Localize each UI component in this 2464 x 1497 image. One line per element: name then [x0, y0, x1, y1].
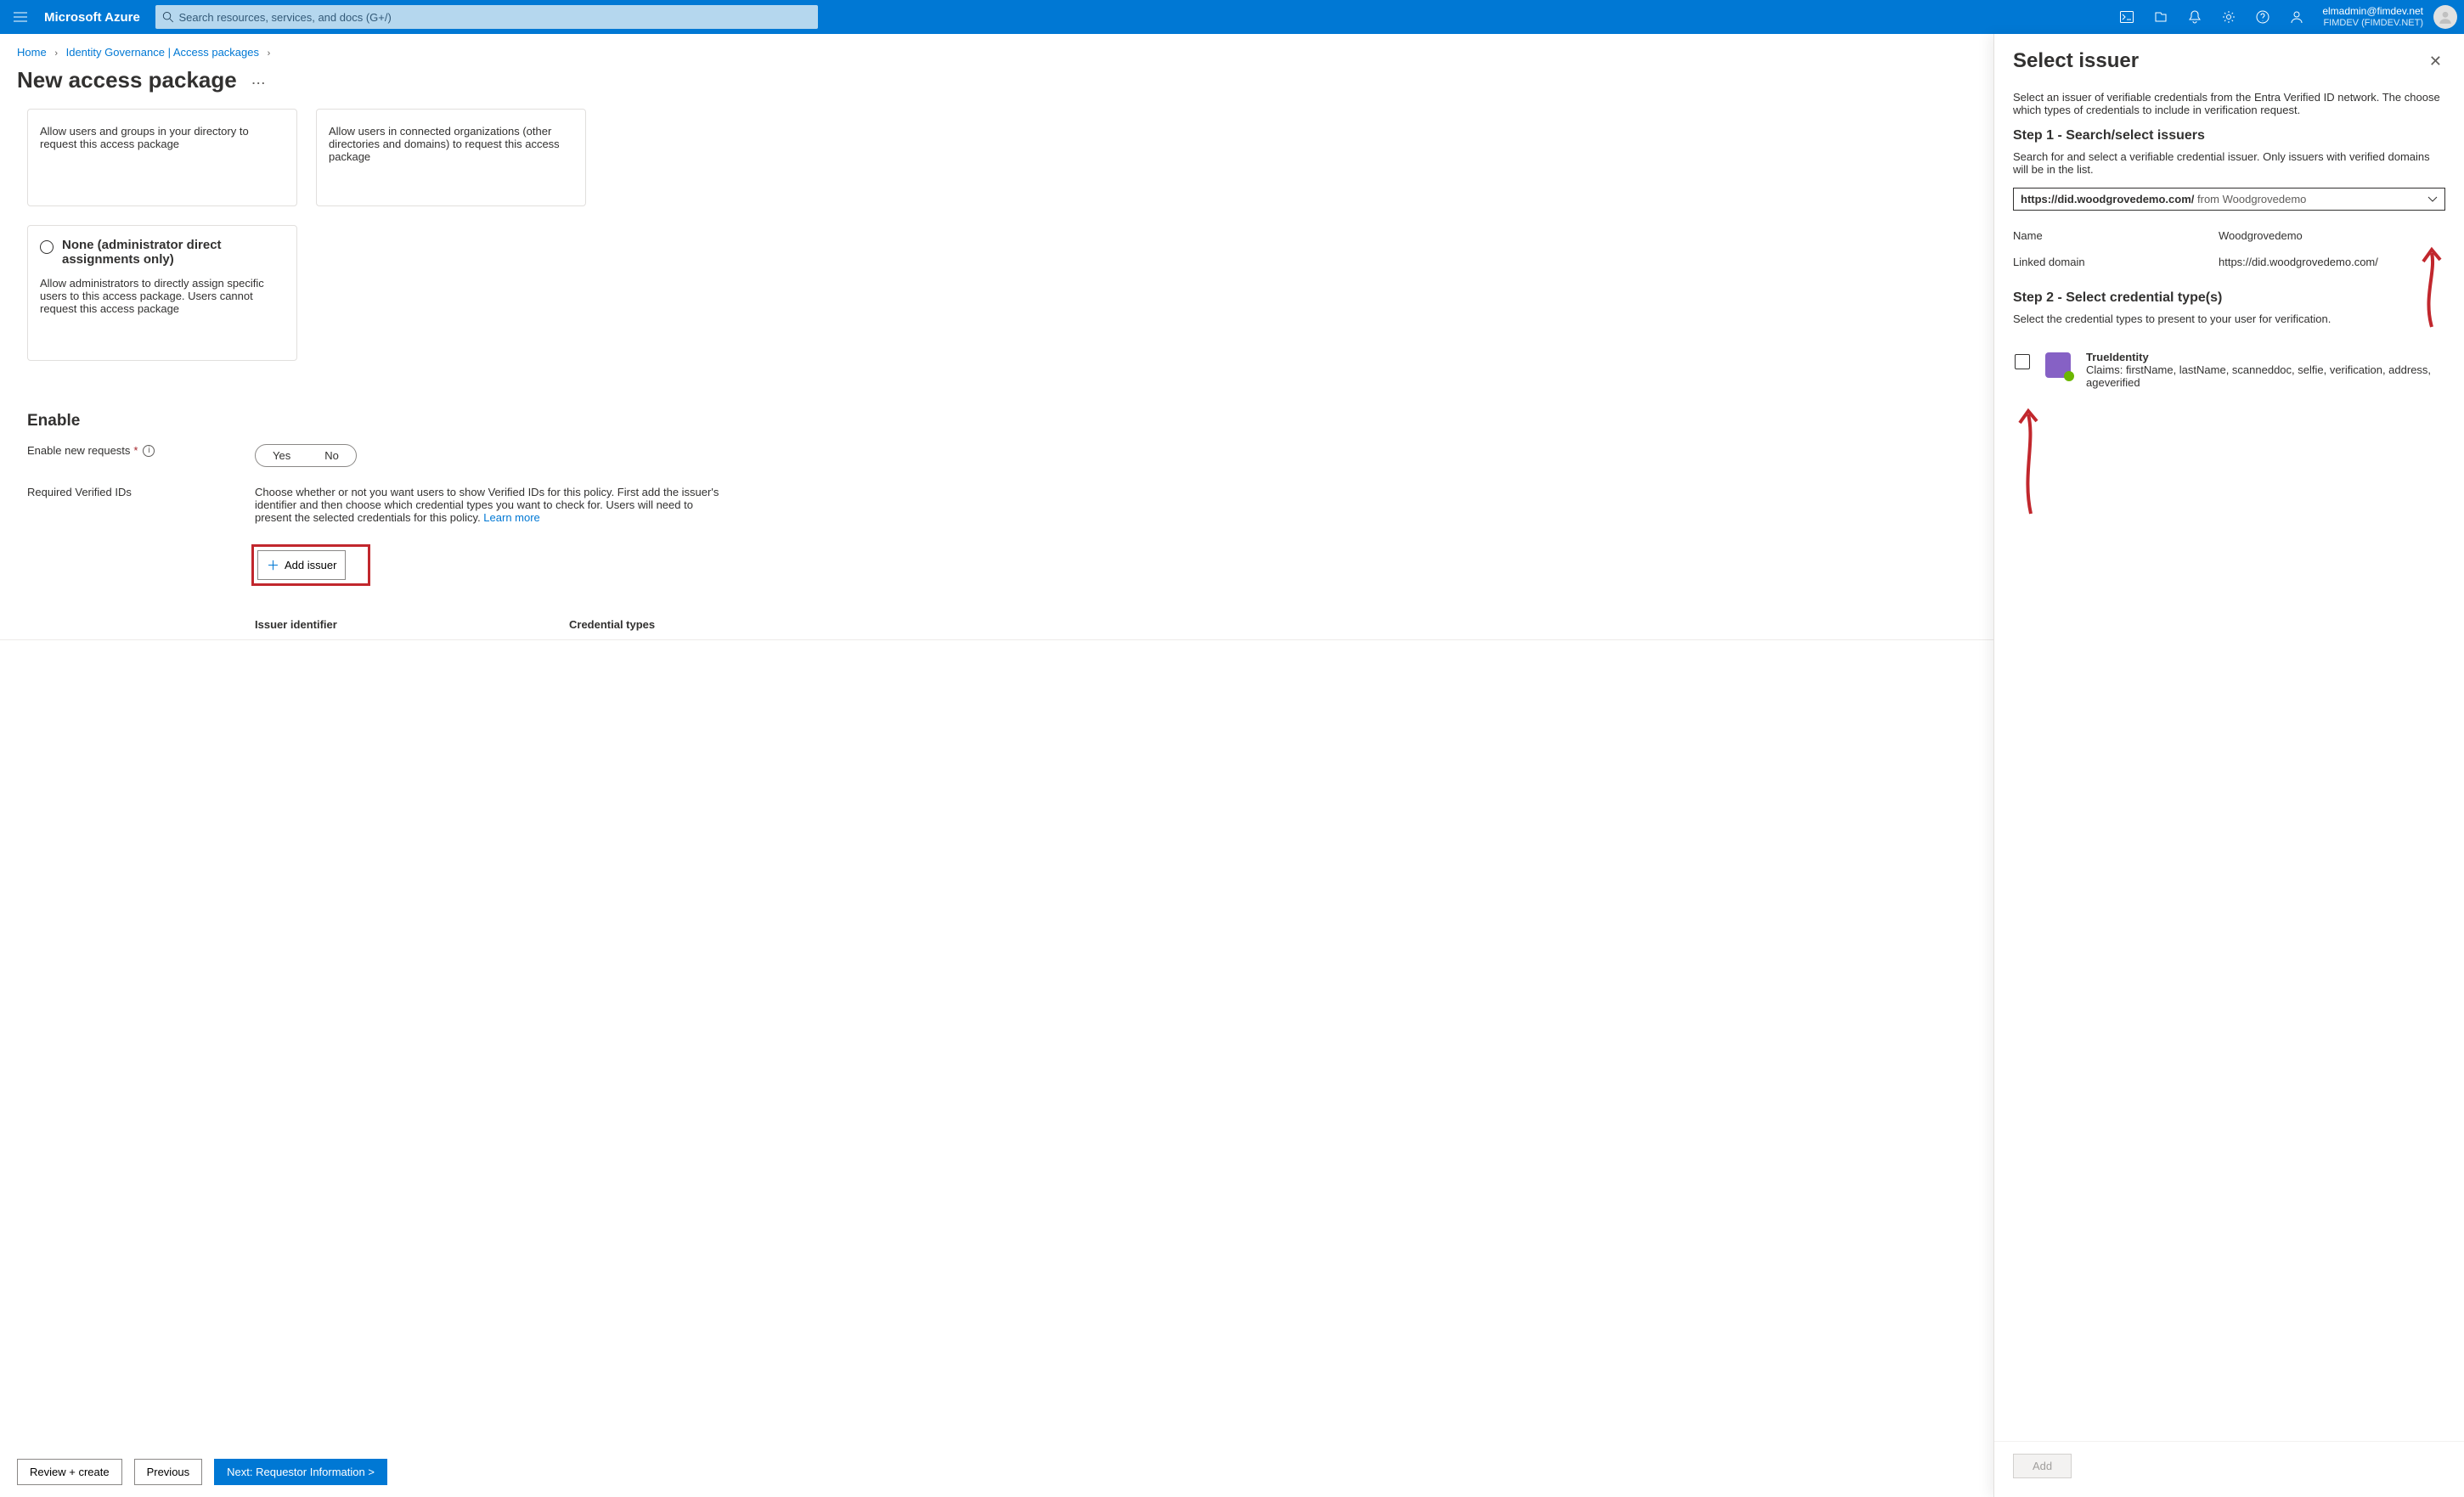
value-name: Woodgrovedemo	[2219, 229, 2303, 242]
credential-type-row: TrueIdentity Claims: firstName, lastName…	[2013, 337, 2445, 402]
step2-heading: Step 2 - Select credential type(s)	[2013, 290, 2445, 306]
learn-more-link[interactable]: Learn more	[483, 511, 539, 524]
notifications-icon[interactable]	[2178, 0, 2212, 34]
search-icon	[162, 11, 174, 23]
option-card-connected-orgs[interactable]: Allow users in connected organizations (…	[316, 109, 586, 206]
verified-ids-description: Choose whether or not you want users to …	[255, 486, 730, 524]
panel-intro: Select an issuer of verifiable credentia…	[2013, 91, 2445, 116]
option-card-desc: Allow users and groups in your directory…	[40, 120, 285, 150]
step1-desc: Search for and select a verifiable crede…	[2013, 150, 2445, 176]
breadcrumb-governance[interactable]: Identity Governance | Access packages	[66, 46, 259, 59]
label-enable-new-requests: Enable new requests * i	[27, 444, 255, 457]
label-linked-domain: Linked domain	[2013, 256, 2219, 268]
avatar[interactable]	[2433, 5, 2457, 29]
hamburger-menu[interactable]	[0, 0, 41, 34]
global-search-input[interactable]	[178, 11, 810, 24]
settings-icon[interactable]	[2212, 0, 2246, 34]
label-name: Name	[2013, 229, 2219, 242]
help-icon[interactable]	[2246, 0, 2280, 34]
label-required-verified-ids: Required Verified IDs	[27, 486, 255, 498]
column-credential-types: Credential types	[569, 618, 824, 631]
page-title: New access package	[17, 67, 237, 93]
avatar-icon	[2438, 9, 2453, 25]
hamburger-icon	[14, 12, 27, 22]
radio-icon[interactable]	[40, 240, 54, 254]
previous-button[interactable]: Previous	[134, 1459, 203, 1485]
step2-desc: Select the credential types to present t…	[2013, 312, 2445, 325]
review-create-button[interactable]: Review + create	[17, 1459, 122, 1485]
feedback-icon[interactable]	[2280, 0, 2314, 34]
select-issuer-panel: Select issuer ✕ Select an issuer of veri…	[1993, 34, 2464, 1497]
credential-title: TrueIdentity	[2086, 351, 2444, 363]
step1-heading: Step 1 - Search/select issuers	[2013, 128, 2445, 144]
toggle-enable-new-requests[interactable]: Yes No	[255, 444, 357, 467]
option-card-directory-users[interactable]: Allow users and groups in your directory…	[27, 109, 297, 206]
toggle-no[interactable]: No	[307, 445, 356, 466]
annotation-highlight-box: ＋ Add issuer	[251, 544, 370, 586]
chevron-right-icon: ›	[49, 48, 63, 59]
directories-icon[interactable]	[2144, 0, 2178, 34]
topbar-icon-row	[2110, 0, 2314, 34]
option-card-title: None (administrator direct assignments o…	[62, 238, 285, 267]
more-actions-button[interactable]: ...	[237, 74, 267, 87]
chevron-right-icon: ›	[262, 48, 276, 59]
combo-org: Woodgrovedemo	[2223, 193, 2307, 205]
panel-title: Select issuer	[2013, 49, 2139, 73]
account-block[interactable]: elmadmin@fimdev.net FIMDEV (FIMDEV.NET)	[2314, 6, 2428, 28]
next-button[interactable]: Next: Requestor Information >	[214, 1459, 387, 1485]
issuer-combobox[interactable]: https://did.woodgrovedemo.com/ from Wood…	[2013, 188, 2445, 211]
option-card-desc: Allow administrators to directly assign …	[40, 272, 285, 315]
plus-icon: ＋	[267, 556, 279, 574]
option-card-none[interactable]: None (administrator direct assignments o…	[27, 225, 297, 361]
brand-label[interactable]: Microsoft Azure	[41, 10, 155, 25]
toggle-yes[interactable]: Yes	[256, 445, 307, 466]
required-asterisk: *	[133, 444, 138, 457]
account-email: elmadmin@fimdev.net	[2322, 6, 2423, 18]
chevron-down-icon	[2427, 196, 2438, 203]
credential-checkbox[interactable]	[2015, 354, 2030, 369]
add-issuer-label: Add issuer	[285, 559, 336, 571]
info-icon[interactable]: i	[143, 445, 155, 457]
option-card-desc: Allow users in connected organizations (…	[329, 120, 573, 163]
breadcrumb-home[interactable]: Home	[17, 46, 47, 59]
panel-add-button[interactable]: Add	[2013, 1454, 2072, 1478]
credential-badge-icon	[2045, 352, 2071, 378]
combo-from: from	[2197, 193, 2219, 205]
close-icon[interactable]: ✕	[2426, 49, 2445, 74]
global-search[interactable]	[155, 5, 818, 29]
account-tenant: FIMDEV (FIMDEV.NET)	[2322, 18, 2423, 29]
add-issuer-button[interactable]: ＋ Add issuer	[257, 550, 346, 580]
credential-claims: Claims: firstName, lastName, scanneddoc,…	[2086, 363, 2444, 389]
value-linked-domain: https://did.woodgrovedemo.com/	[2219, 256, 2378, 268]
azure-top-bar: Microsoft Azure elmadmin@fimdev.net FIMD…	[0, 0, 2464, 34]
combo-domain: https://did.woodgrovedemo.com/	[2021, 193, 2194, 205]
cloud-shell-icon[interactable]	[2110, 0, 2144, 34]
column-issuer-identifier: Issuer identifier	[255, 618, 569, 631]
